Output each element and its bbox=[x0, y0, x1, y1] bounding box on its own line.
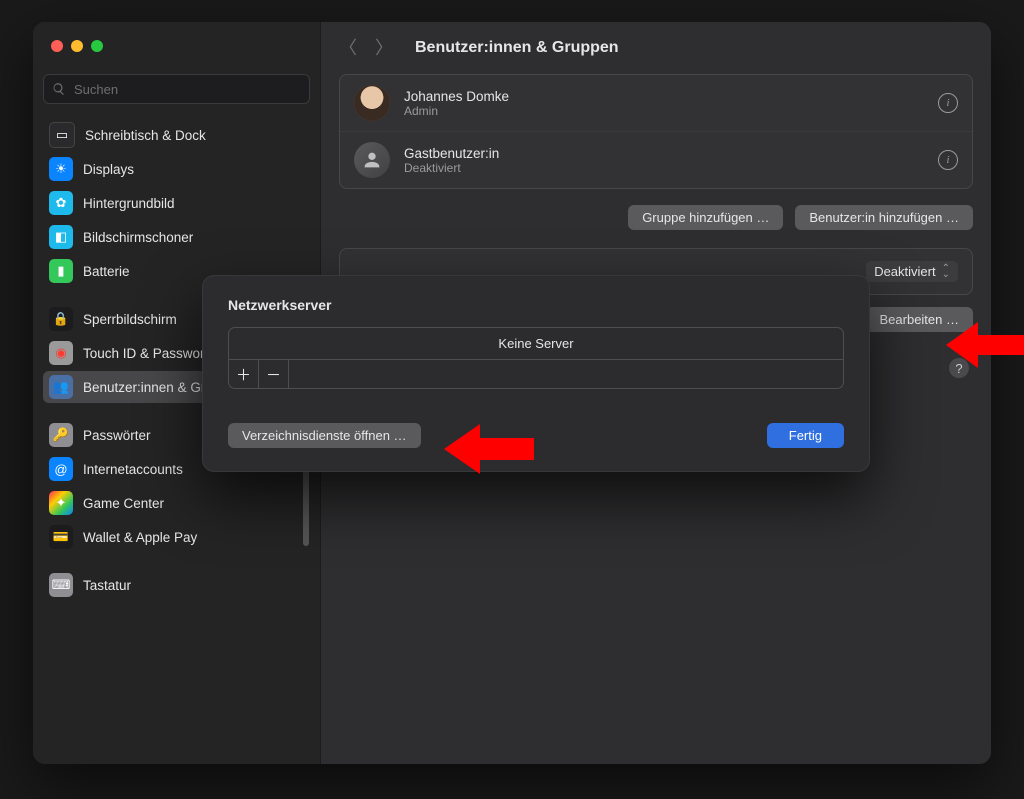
sidebar-item-label: Game Center bbox=[83, 496, 164, 511]
user-actions-row: Gruppe hinzufügen … Benutzer:in hinzufüg… bbox=[321, 201, 991, 248]
displays-icon: ☀︎ bbox=[49, 157, 73, 181]
done-button[interactable]: Fertig bbox=[767, 423, 844, 448]
header: 〈 〉 Benutzer:innen & Gruppen bbox=[321, 22, 991, 74]
sidebar-item-label: Hintergrundbild bbox=[83, 196, 175, 211]
add-group-button[interactable]: Gruppe hinzufügen … bbox=[628, 205, 783, 230]
server-list-empty: Keine Server bbox=[229, 328, 843, 360]
page-title: Benutzer:innen & Gruppen bbox=[415, 39, 619, 57]
sidebar-item-label: Internetaccounts bbox=[83, 462, 183, 477]
lock-icon: 🔒 bbox=[49, 307, 73, 331]
wallpaper-icon: ✿ bbox=[49, 191, 73, 215]
sheet-title: Netzwerkserver bbox=[228, 297, 844, 313]
battery-icon: ▮ bbox=[49, 259, 73, 283]
users-icon: 👥 bbox=[49, 375, 73, 399]
info-icon[interactable]: i bbox=[938, 150, 958, 170]
fullscreen-window-button[interactable] bbox=[91, 40, 103, 52]
user-row[interactable]: Johannes Domke Admin i bbox=[340, 75, 972, 131]
avatar bbox=[354, 85, 390, 121]
user-row[interactable]: Gastbenutzer:in Deaktiviert i bbox=[340, 131, 972, 188]
window-controls bbox=[51, 40, 103, 52]
sidebar-item-label: Displays bbox=[83, 162, 134, 177]
user-role: Deaktiviert bbox=[404, 161, 499, 175]
bearbeiten-button[interactable]: Bearbeiten … bbox=[866, 307, 974, 332]
sidebar-item-label: Tastatur bbox=[83, 578, 131, 593]
close-window-button[interactable] bbox=[51, 40, 63, 52]
minimize-window-button[interactable] bbox=[71, 40, 83, 52]
touchid-icon: ◉ bbox=[49, 341, 73, 365]
sidebar-item-keyboard[interactable]: ⌨︎ Tastatur bbox=[43, 569, 310, 601]
sidebar-item-label: Sperrbildschirm bbox=[83, 312, 177, 327]
open-directory-services-button[interactable]: Verzeichnisdienste öffnen … bbox=[228, 423, 421, 448]
sidebar-item-displays[interactable]: ☀︎ Displays bbox=[43, 153, 310, 185]
nav-back-button[interactable]: 〈 bbox=[339, 39, 357, 57]
info-icon[interactable]: i bbox=[938, 93, 958, 113]
sidebar-item-label: Touch ID & Passwort bbox=[83, 346, 208, 361]
nav-forward-button[interactable]: 〉 bbox=[375, 39, 393, 57]
add-user-button[interactable]: Benutzer:in hinzufügen … bbox=[795, 205, 973, 230]
chevrons-icon: ⌃⌄ bbox=[942, 266, 950, 278]
sidebar-item-label: Bildschirmschoner bbox=[83, 230, 193, 245]
screensaver-icon: ◧ bbox=[49, 225, 73, 249]
passwords-icon: 🔑 bbox=[49, 423, 73, 447]
wallet-icon: 💳 bbox=[49, 525, 73, 549]
network-server-sheet: Netzwerkserver Keine Server ＋ － Verzeich… bbox=[202, 275, 870, 472]
server-remove-button[interactable]: － bbox=[259, 360, 289, 388]
sidebar-item-desktop-dock[interactable]: ▭ Schreibtisch & Dock bbox=[43, 119, 310, 151]
avatar bbox=[354, 142, 390, 178]
dock-icon: ▭ bbox=[49, 122, 75, 148]
users-panel: Johannes Domke Admin i Gastbenutzer:in D… bbox=[339, 74, 973, 189]
user-role: Admin bbox=[404, 104, 509, 118]
sidebar-item-screensaver[interactable]: ◧ Bildschirmschoner bbox=[43, 221, 310, 253]
help-button[interactable]: ? bbox=[949, 358, 969, 378]
search-icon bbox=[52, 82, 66, 96]
sidebar-item-gamecenter[interactable]: ✦ Game Center bbox=[43, 487, 310, 519]
search-input[interactable] bbox=[72, 81, 301, 98]
keyboard-icon: ⌨︎ bbox=[49, 573, 73, 597]
autologin-popup[interactable]: Deaktiviert ⌃⌄ bbox=[866, 261, 958, 282]
server-list: Keine Server ＋ － bbox=[228, 327, 844, 389]
at-icon: @ bbox=[49, 457, 73, 481]
autologin-value: Deaktiviert bbox=[874, 264, 935, 279]
sidebar-item-wallet[interactable]: 💳 Wallet & Apple Pay bbox=[43, 521, 310, 553]
sidebar-item-label: Batterie bbox=[83, 264, 130, 279]
sidebar-item-wallpaper[interactable]: ✿ Hintergrundbild bbox=[43, 187, 310, 219]
sidebar-item-label: Schreibtisch & Dock bbox=[85, 128, 206, 143]
server-toolbar: ＋ － bbox=[229, 360, 843, 388]
sidebar-item-label: Wallet & Apple Pay bbox=[83, 530, 197, 545]
gamecenter-icon: ✦ bbox=[49, 491, 73, 515]
server-add-button[interactable]: ＋ bbox=[229, 360, 259, 388]
user-name: Gastbenutzer:in bbox=[404, 146, 499, 161]
search-field-container[interactable] bbox=[43, 74, 310, 104]
user-name: Johannes Domke bbox=[404, 89, 509, 104]
sidebar-item-label: Passwörter bbox=[83, 428, 151, 443]
